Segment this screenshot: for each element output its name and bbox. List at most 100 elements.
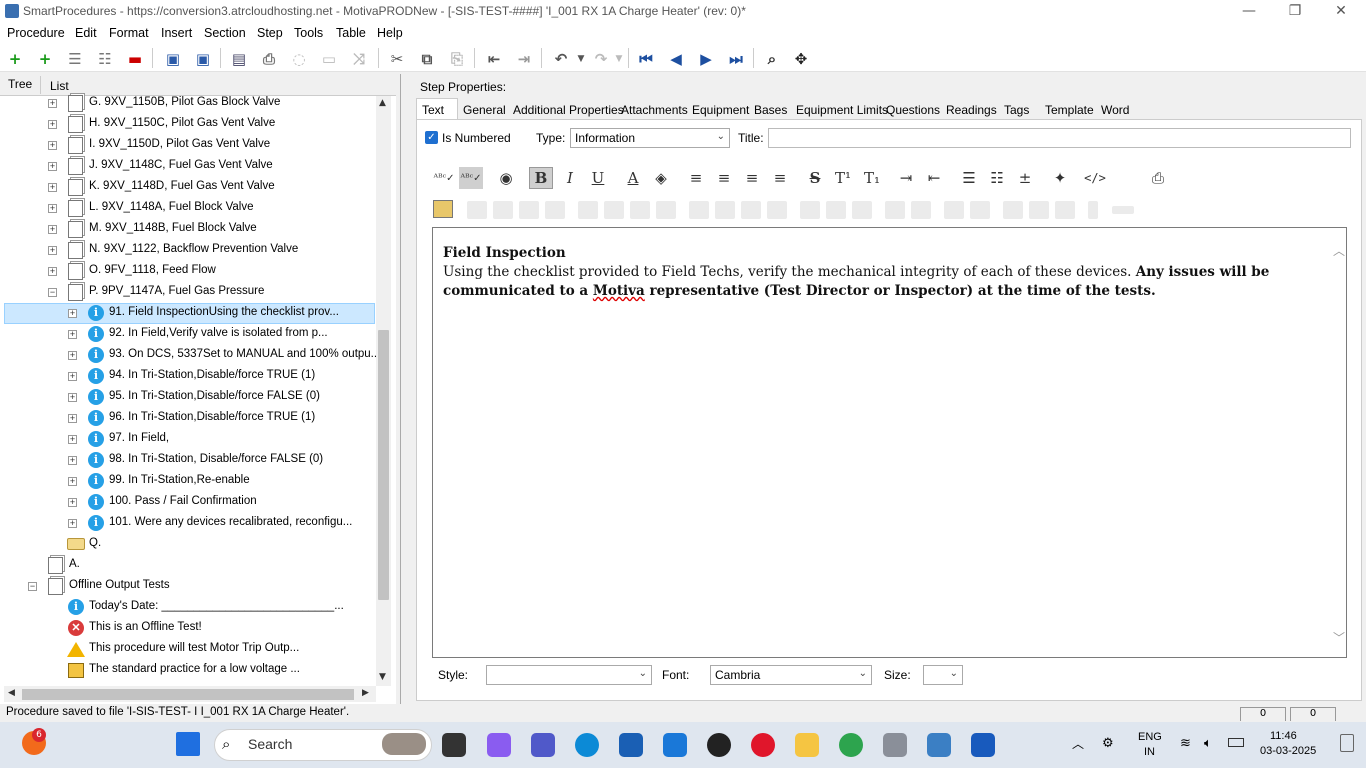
- insert-table-icon[interactable]: [433, 200, 453, 218]
- network-settings-icon[interactable]: ⚙: [1102, 736, 1114, 751]
- bullet-list-icon[interactable]: ☰: [957, 167, 981, 189]
- justify-icon[interactable]: ≡: [768, 167, 792, 189]
- find-icon[interactable]: ⌕: [761, 48, 783, 70]
- editor-scroll-up-icon[interactable]: ︿: [1333, 242, 1345, 259]
- power-automate-icon[interactable]: [663, 733, 687, 757]
- smartprocedures-icon[interactable]: [883, 733, 907, 757]
- file-explorer-icon[interactable]: [795, 733, 819, 757]
- list-detail-icon[interactable]: ☷: [94, 48, 116, 70]
- paste-icon[interactable]: ⎘: [446, 48, 468, 70]
- chrome-icon[interactable]: [839, 733, 863, 757]
- outdent-icon[interactable]: ⇤: [483, 48, 505, 70]
- tab-equipment-limits[interactable]: Equipment Limits: [796, 103, 888, 117]
- numbered-list-icon[interactable]: ☷: [985, 167, 1009, 189]
- last-icon[interactable]: ⏭: [725, 48, 747, 70]
- print-icon[interactable]: ⎙: [258, 48, 280, 70]
- next-icon[interactable]: ▶: [695, 48, 717, 70]
- tab-general[interactable]: General: [463, 103, 506, 117]
- scroll-right-icon[interactable]: ▶: [362, 688, 369, 698]
- tab-equipment[interactable]: Equipment: [692, 103, 749, 117]
- minimize-button[interactable]: —: [1226, 0, 1272, 24]
- align-center-icon[interactable]: ≡: [712, 167, 736, 189]
- scroll-left-icon[interactable]: ◀: [8, 688, 15, 698]
- font-color-icon[interactable]: A: [621, 167, 645, 189]
- tab-text[interactable]: Text: [422, 103, 444, 117]
- first-icon[interactable]: ⏮: [635, 48, 657, 70]
- maximize-button[interactable]: ❐: [1272, 0, 1318, 24]
- indent-text-icon[interactable]: ⇥: [894, 167, 918, 189]
- italic-icon[interactable]: I: [558, 167, 582, 189]
- align-right-icon[interactable]: ≡: [740, 167, 764, 189]
- indent-icon[interactable]: ⇥: [513, 48, 535, 70]
- superscript-icon[interactable]: T¹: [831, 167, 855, 189]
- app-icon-taskbar[interactable]: [927, 733, 951, 757]
- subscript-icon[interactable]: T₁: [860, 167, 884, 189]
- title-input[interactable]: [768, 128, 1351, 148]
- previous-icon[interactable]: ◀: [665, 48, 687, 70]
- tab-attachments[interactable]: Attachments: [621, 103, 688, 117]
- save-all-icon[interactable]: ▣: [162, 48, 184, 70]
- bold-icon[interactable]: B: [529, 167, 553, 189]
- remove-icon[interactable]: ▬: [124, 48, 146, 70]
- word-icon[interactable]: [971, 733, 995, 757]
- language-secondary[interactable]: IN: [1144, 746, 1155, 758]
- style-select[interactable]: ⌄: [486, 665, 652, 685]
- menu-tools[interactable]: Tools: [294, 26, 323, 40]
- tab-list[interactable]: List: [50, 79, 69, 93]
- align-left-icon[interactable]: ≡: [684, 167, 708, 189]
- editor-content[interactable]: Field Inspection Using the checklist pro…: [443, 244, 1323, 301]
- highlight-color-icon[interactable]: ◈: [649, 167, 673, 189]
- font-select[interactable]: Cambria ⌄: [710, 665, 872, 685]
- task-view-icon[interactable]: [442, 733, 466, 757]
- menu-procedure[interactable]: Procedure: [7, 26, 65, 40]
- underline-icon[interactable]: U: [586, 167, 610, 189]
- copy-icon[interactable]: ⧉: [416, 48, 438, 70]
- dell-icon[interactable]: [707, 733, 731, 757]
- tab-questions[interactable]: Questions: [886, 103, 940, 117]
- size-select[interactable]: ⌄: [923, 665, 963, 685]
- volume-icon[interactable]: 🔈︎: [1204, 736, 1212, 751]
- type-select[interactable]: Information ⌄: [570, 128, 730, 148]
- menu-step[interactable]: Step: [257, 26, 283, 40]
- tab-word[interactable]: Word: [1101, 103, 1129, 117]
- strikethrough-icon[interactable]: S: [803, 167, 827, 189]
- image-icon[interactable]: ◉: [494, 167, 518, 189]
- clock-time[interactable]: 11:46: [1270, 730, 1297, 742]
- close-button[interactable]: ✕: [1318, 0, 1364, 24]
- wifi-icon[interactable]: ≋: [1180, 736, 1191, 751]
- redo-dropdown-icon[interactable]: ▼: [608, 48, 630, 70]
- start-icon[interactable]: [176, 732, 200, 756]
- menu-section[interactable]: Section: [204, 26, 246, 40]
- opera-icon[interactable]: [751, 733, 775, 757]
- print-text-icon[interactable]: ⎙: [1146, 167, 1170, 189]
- spellcheck-auto-icon[interactable]: ᴬᴮᶜ✓: [459, 167, 483, 189]
- clock-date[interactable]: 03-03-2025: [1260, 745, 1316, 757]
- tree-hscroll-thumb[interactable]: [22, 689, 354, 700]
- tab-tags[interactable]: Tags: [1004, 103, 1029, 117]
- notifications-icon[interactable]: [1340, 734, 1354, 752]
- tab-readings[interactable]: Readings: [946, 103, 997, 117]
- chevron-up-icon[interactable]: ︿: [1072, 735, 1084, 752]
- copilot-icon[interactable]: [487, 733, 511, 757]
- outdent-text-icon[interactable]: ⇤: [922, 167, 946, 189]
- export-icon[interactable]: ▤: [228, 48, 250, 70]
- language-primary[interactable]: ENG: [1138, 731, 1162, 743]
- panel-splitter[interactable]: [400, 74, 405, 704]
- scroll-up-icon[interactable]: ▲: [379, 98, 386, 108]
- battery-icon[interactable]: [1228, 738, 1244, 747]
- menu-help[interactable]: Help: [377, 26, 403, 40]
- frame-icon[interactable]: ▭: [318, 48, 340, 70]
- tree-scroll-thumb[interactable]: [378, 330, 389, 600]
- editor-scroll-down-icon[interactable]: ﹀: [1333, 629, 1345, 646]
- add-icon[interactable]: +: [4, 48, 26, 70]
- add-sub-icon[interactable]: +: [34, 48, 56, 70]
- insert-symbol-icon[interactable]: ±: [1013, 167, 1037, 189]
- tab-bases[interactable]: Bases: [754, 103, 787, 117]
- store-icon[interactable]: [619, 733, 643, 757]
- menu-edit[interactable]: Edit: [75, 26, 97, 40]
- magic-wand-icon[interactable]: ✦: [1048, 167, 1072, 189]
- scroll-down-icon[interactable]: ▼: [379, 672, 386, 682]
- menu-format[interactable]: Format: [109, 26, 149, 40]
- menu-insert[interactable]: Insert: [161, 26, 192, 40]
- refresh-icon[interactable]: ◌: [288, 48, 310, 70]
